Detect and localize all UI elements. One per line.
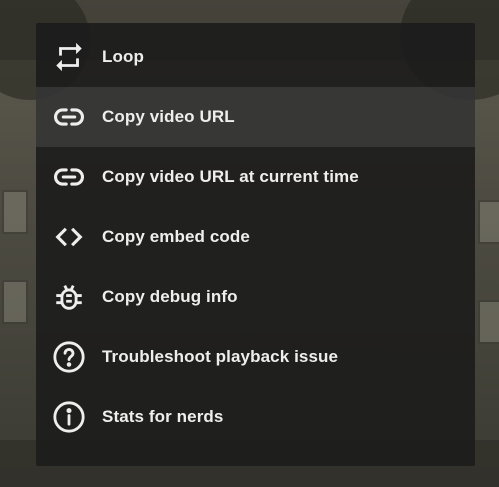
menu-item-label: Copy video URL [102, 107, 235, 126]
menu-item-label: Stats for nerds [102, 407, 224, 426]
menu-item-copy-video-url[interactable]: Copy video URL [36, 87, 475, 147]
menu-item-copy-video-url-at-time[interactable]: Copy video URL at current time [36, 147, 475, 207]
menu-item-label: Copy debug info [102, 287, 238, 306]
question-circle-icon [52, 340, 86, 374]
menu-item-label: Troubleshoot playback issue [102, 347, 339, 366]
code-brackets-icon [52, 220, 86, 254]
menu-item-stats-for-nerds[interactable]: Stats for nerds [36, 387, 475, 447]
building-window [2, 190, 28, 234]
building-window [478, 300, 499, 344]
building-window [478, 200, 499, 244]
menu-item-loop[interactable]: Loop [36, 27, 475, 87]
video-context-menu: Loop Copy video URL Copy video URL at cu… [36, 23, 475, 466]
building-window [2, 280, 28, 324]
menu-item-troubleshoot-playback[interactable]: Troubleshoot playback issue [36, 327, 475, 387]
menu-item-label: Loop [102, 47, 144, 66]
menu-item-label: Copy embed code [102, 227, 250, 246]
info-circle-icon [52, 400, 86, 434]
menu-item-copy-embed-code[interactable]: Copy embed code [36, 207, 475, 267]
link-icon [52, 100, 86, 134]
menu-item-label: Copy video URL at current time [102, 167, 359, 186]
menu-item-copy-debug-info[interactable]: Copy debug info [36, 267, 475, 327]
link-icon [52, 160, 86, 194]
bug-icon [52, 280, 86, 314]
loop-icon [52, 40, 86, 74]
